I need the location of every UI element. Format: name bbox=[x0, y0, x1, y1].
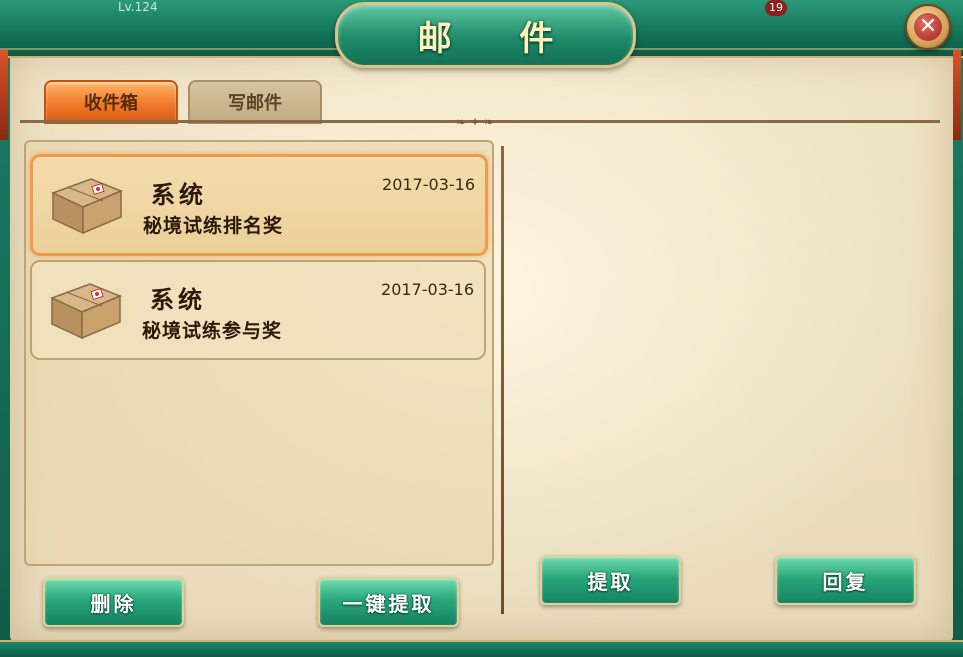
claim-button[interactable]: 提取 bbox=[540, 555, 681, 605]
close-icon: ✕ bbox=[914, 13, 942, 41]
mail-date: 2017-03-16 bbox=[382, 175, 475, 194]
window-title: 邮 件 bbox=[417, 18, 582, 59]
left-tassel-ornament bbox=[0, 50, 8, 140]
package-icon bbox=[50, 283, 122, 340]
tab-write-mail[interactable]: 写邮件 bbox=[188, 80, 322, 124]
title-plate: 邮 件 bbox=[335, 2, 636, 68]
mail-sender: 系统 bbox=[150, 286, 206, 314]
mail-list-item[interactable]: 系统 2017-03-16 秘境试练排名奖 bbox=[30, 154, 488, 256]
mail-subject: 秘境试练排名奖 bbox=[143, 215, 284, 237]
mail-list-item[interactable]: 系统 2017-03-16 秘境试练参与奖 bbox=[30, 260, 486, 360]
mail-list-panel: 系统 2017-03-16 秘境试练排名奖 系统 2017-03-16 秘境试练… bbox=[24, 140, 494, 566]
divider-ornament: ❧ ✦ ❧ bbox=[456, 115, 494, 129]
delete-button[interactable]: 删除 bbox=[43, 577, 184, 627]
hud-badge-count: 19 bbox=[765, 0, 787, 16]
mail-sender: 系统 bbox=[151, 181, 207, 209]
tab-inbox[interactable]: 收件箱 bbox=[44, 80, 178, 124]
close-button[interactable]: ✕ bbox=[905, 4, 951, 50]
claim-all-button[interactable]: 一键提取 bbox=[318, 577, 459, 627]
hud-level-text: Lv.124 bbox=[118, 0, 158, 14]
mail-date: 2017-03-16 bbox=[381, 280, 474, 299]
footer-band bbox=[0, 640, 963, 657]
mail-subject: 秘境试练参与奖 bbox=[142, 320, 283, 342]
reply-button[interactable]: 回复 bbox=[775, 555, 916, 605]
right-tassel-ornament bbox=[953, 50, 961, 140]
panel-separator bbox=[501, 146, 504, 614]
package-icon bbox=[51, 178, 123, 235]
